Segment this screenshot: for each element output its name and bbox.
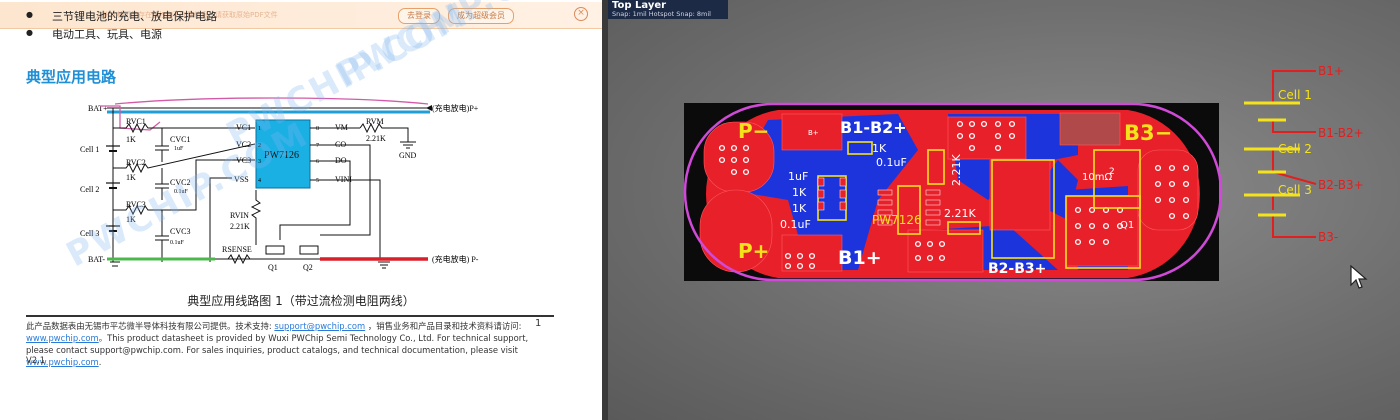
mouse-cursor-icon [1350,265,1368,289]
pcb-label-c: 0.1uF [876,156,907,169]
pcb-label-b2-b3: B2-B3+ [988,261,1046,277]
ic-pin-num: 6 [316,159,319,165]
bat-minus-label: BAT- [88,255,105,264]
cvc1-label: CVC1 [170,135,190,144]
ic-pin-num: 1 [258,126,261,132]
pcb-label-r: 2.21K [944,207,976,220]
annot-cell: Cell 3 [1278,183,1312,197]
pcb-label-p-plus: P+ [738,239,769,263]
rvc3-value: 1K [126,215,136,224]
cell-label: Cell 1 [80,145,99,154]
pcb-editor-canvas[interactable]: P− P+ B1-B2+ B1+ B3− B2-B3+ PW7126 1K 1K… [608,0,1400,420]
rvc3-label: RVC3 [126,200,146,209]
pcb-label-q1: Q1 [1120,220,1134,231]
rvc2-label: RVC2 [126,158,146,167]
rvm-value: 2.21K [366,134,386,143]
ic-name: PW7126 [264,150,299,161]
layer-tab-top[interactable]: Top Layer Snap: 1mil Hotspot Snap: 8mil [608,0,728,19]
footer-text: 此产品数据表由无锡市平芯微半导体科技有限公司提供。技术支持: support@p… [26,321,529,367]
rsense-label: RSENSE [222,245,252,254]
ic-pin-label: VC1 [236,123,251,132]
cvc1-value: 1uF [174,146,184,152]
annot-b1-b2: B1-B2+ [1318,126,1364,140]
pcb-label-b1-plus: B1+ [838,247,882,269]
ic-pin-label: VC3 [236,156,251,165]
annot-b1-plus: B1+ [1318,64,1344,78]
annot-cell: Cell 1 [1278,88,1312,102]
gnd-label: GND [399,151,417,160]
pcb-label-r10m: 10mΩ [1082,172,1112,183]
cvc3-value: 0.1uF [170,240,185,246]
pcb-label-c: 0.1uF [780,218,811,231]
support-email-link[interactable]: support@pwchip.com [274,321,365,331]
cvc2-value: 0.1uF [174,189,189,195]
ic-pin-label: VSS [234,175,249,184]
rvin-label: RVIN [230,211,249,220]
pcb-label-ic: PW7126 [872,213,922,227]
pcb-label-q2: 2 [1109,167,1115,177]
snap-info: Snap: 1mil Hotspot Snap: 8mil [612,10,711,18]
ic-pin-num: 2 [258,143,261,149]
rvc2-value: 1K [126,173,136,182]
pcb-label-r: 1K [872,142,887,155]
pcb-label-r: 2.21K [950,154,963,186]
cvc3-label: CVC3 [170,227,190,236]
pcb-label-p-minus: P− [738,119,769,143]
rvm-label: RVM [366,117,384,126]
ic-pin-num: 4 [258,178,261,184]
schematic-diagram: BAT+ (充电放电)P+ Cell 1 Cell 2 Cell 3 RVC1 … [80,97,479,272]
cell-label: Cell 2 [80,185,99,194]
annot-cell: Cell 2 [1278,142,1312,156]
rvc1-label: RVC1 [126,117,146,126]
cell-label: Cell 3 [80,229,99,238]
figure-caption: 典型应用线路图 1（带过流检测电阻两线） [187,294,415,308]
ic-pin-num: 3 [258,159,261,165]
pcb-label-b1-b2: B1-B2+ [840,118,907,137]
website-link[interactable]: www.pwchip.com [26,333,99,343]
pcb-label-r: 1K [792,186,807,199]
footer-rule [26,315,554,317]
ic-pin-label: VC2 [236,140,251,149]
ic-pin-num: 7 [316,143,319,149]
rvc1-value: 1K [126,135,136,144]
charge-plus-label: (充电放电)P+ [432,103,479,113]
ic-pin-num: 5 [316,178,319,184]
cvc2-label: CVC2 [170,178,190,187]
pdf-viewer-pane: 这份文档可能存在版权和不完整信息，请获取原始PDF文件 去登录 成为超级会员 ×… [0,0,602,420]
annot-b2-b3: B2-B3+ [1318,178,1364,192]
q1-label: Q1 [268,263,278,272]
pcb-label-b3-minus: B3− [1124,121,1172,145]
page-number: 1 [535,318,542,329]
ic-pin-num: 8 [316,126,319,132]
rvin-value: 2.21K [230,222,250,231]
charge-minus-label: (充电放电) P- [432,254,479,264]
pcb-label-r: 1K [792,202,807,215]
q2-label: Q2 [303,263,313,272]
pcb-label-c: 1uF [788,170,808,183]
pcb-label-bplus: B+ [808,129,819,137]
annot-b3-minus: B3- [1318,230,1338,244]
version-label: V2.1 [26,355,46,365]
